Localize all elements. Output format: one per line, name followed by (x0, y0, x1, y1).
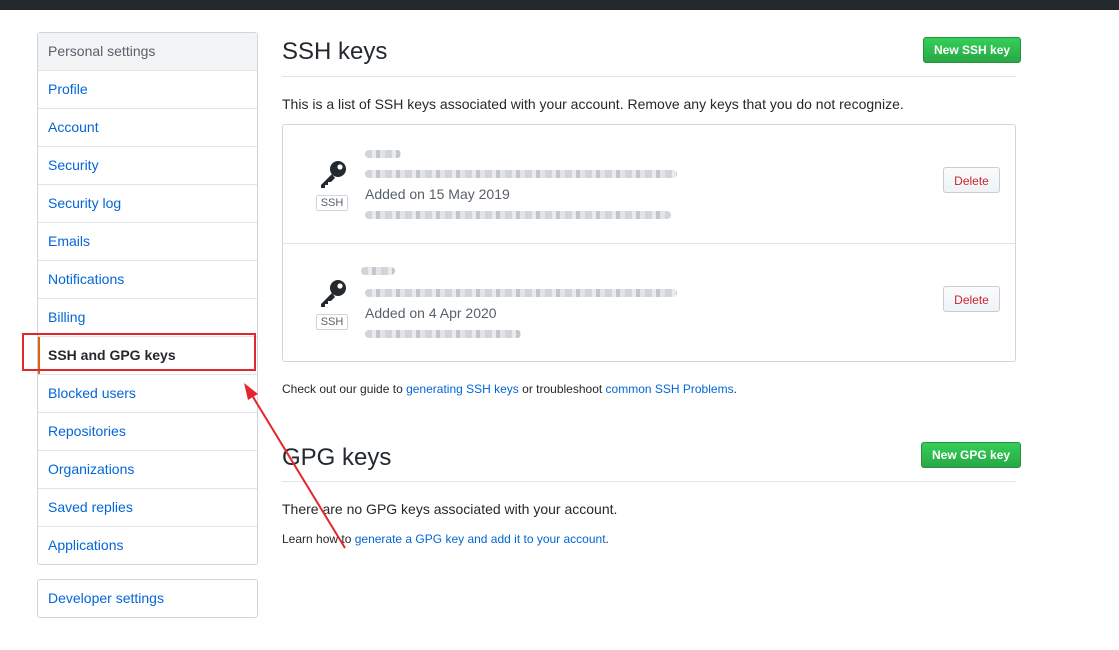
settings-sidebar: Personal settings Profile Account Securi… (37, 32, 258, 565)
ssh-help-suffix: . (733, 382, 737, 396)
sidebar-item-emails[interactable]: Emails (38, 223, 257, 261)
ssh-key-row: SSH Added on 4 Apr 2020 Delete (283, 243, 1015, 362)
redacted-last-used (365, 330, 521, 338)
ssh-help-middle: or troubleshoot (518, 382, 606, 396)
redacted-fingerprint (365, 289, 677, 297)
sidebar-item-organizations[interactable]: Organizations (38, 451, 257, 489)
sidebar-heading: Personal settings (38, 33, 257, 71)
key-icon (321, 161, 346, 188)
ssh-description: This is a list of SSH keys associated wi… (282, 96, 904, 112)
key-icon (321, 280, 346, 307)
new-ssh-key-button[interactable]: New SSH key (923, 37, 1022, 63)
ssh-type-badge: SSH (316, 314, 348, 330)
ssh-title-divider (282, 76, 1016, 77)
sidebar-item-billing[interactable]: Billing (38, 299, 257, 337)
redacted-last-used (365, 211, 671, 219)
sidebar-item-ssh-gpg-keys[interactable]: SSH and GPG keys (38, 337, 257, 375)
sidebar-item-applications[interactable]: Applications (38, 527, 257, 564)
sidebar-item-security-log[interactable]: Security log (38, 185, 257, 223)
gpg-title-divider (282, 481, 1016, 482)
delete-key-button[interactable]: Delete (943, 167, 1000, 193)
redacted-key-title (365, 150, 401, 158)
top-header-bar (0, 0, 1119, 10)
sidebar-item-notifications[interactable]: Notifications (38, 261, 257, 299)
gpg-help-text: Learn how to generate a GPG key and add … (282, 532, 609, 546)
ssh-keys-list: SSH Added on 15 May 2019 Delete SSH Adde… (282, 124, 1016, 362)
sidebar-item-profile[interactable]: Profile (38, 71, 257, 109)
gpg-keys-title: GPG keys (282, 444, 392, 471)
sidebar-item-blocked-users[interactable]: Blocked users (38, 375, 257, 413)
generate-gpg-key-link[interactable]: generate a GPG key and add it to your ac… (355, 532, 606, 546)
gpg-empty-text: There are no GPG keys associated with yo… (282, 501, 618, 517)
ssh-help-prefix: Check out our guide to (282, 382, 407, 396)
ssh-help-text: Check out our guide to generating SSH ke… (282, 382, 737, 396)
developer-settings-menu: Developer settings (37, 579, 258, 618)
ssh-key-row: SSH Added on 15 May 2019 Delete (283, 125, 1015, 243)
generating-ssh-keys-link[interactable]: generating SSH keys (406, 382, 519, 396)
sidebar-item-saved-replies[interactable]: Saved replies (38, 489, 257, 527)
key-added-date: Added on 4 Apr 2020 (365, 305, 497, 321)
gpg-help-suffix: . (605, 532, 609, 546)
ssh-keys-title: SSH keys (282, 38, 388, 65)
common-ssh-problems-link[interactable]: common SSH Problems (606, 382, 734, 396)
new-gpg-key-button[interactable]: New GPG key (921, 442, 1022, 468)
sidebar-item-account[interactable]: Account (38, 109, 257, 147)
sidebar-item-developer-settings[interactable]: Developer settings (38, 580, 257, 617)
gpg-help-prefix: Learn how to (282, 532, 355, 546)
sidebar-item-repositories[interactable]: Repositories (38, 413, 257, 451)
redacted-fingerprint (365, 170, 677, 178)
redacted-key-title (361, 267, 395, 275)
sidebar-item-security[interactable]: Security (38, 147, 257, 185)
ssh-type-badge: SSH (316, 195, 348, 211)
key-added-date: Added on 15 May 2019 (365, 186, 510, 202)
delete-key-button[interactable]: Delete (943, 286, 1000, 312)
